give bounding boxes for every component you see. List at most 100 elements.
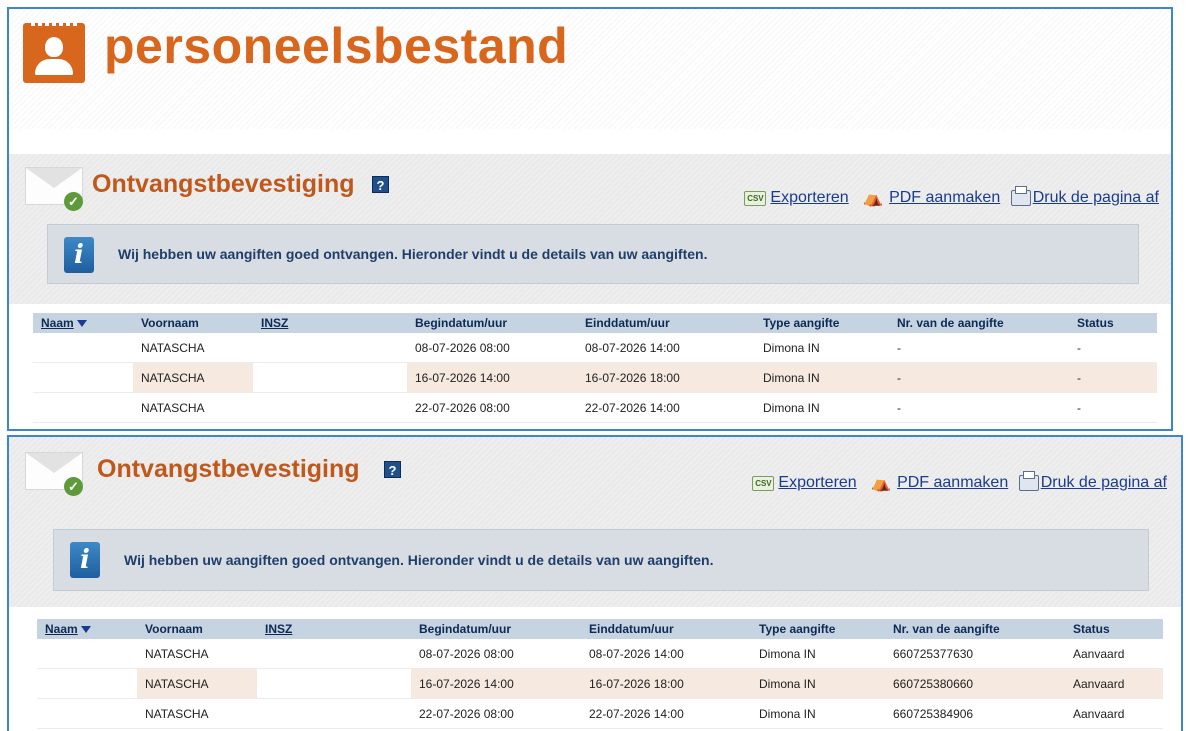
column-insz[interactable]: INSZ <box>257 619 411 639</box>
print-link[interactable]: Druk de pagina af <box>1033 189 1159 206</box>
sort-desc-icon[interactable] <box>80 626 91 634</box>
cell-voornaam: NATASCHA <box>137 668 257 699</box>
cell-status: Aanvaard <box>1065 668 1163 699</box>
cell-status: - <box>1069 362 1157 393</box>
info-message: i Wij hebben uw aangiften goed ontvangen… <box>53 529 1149 591</box>
printer-icon[interactable] <box>1010 186 1031 206</box>
export-icon[interactable]: CSV <box>744 190 767 206</box>
cell-einde: 16-07-2026 18:00 <box>577 362 755 393</box>
brand-header: personeelsbestand <box>9 9 1171 129</box>
info-text: Wij hebben uw aangiften goed ontvangen. … <box>118 246 708 262</box>
column-nr: Nr. van de aangifte <box>885 619 1065 639</box>
cell-naam <box>37 668 137 699</box>
cell-type: Dimona IN <box>755 362 889 393</box>
column-type: Type aangifte <box>755 313 889 333</box>
export-icon[interactable]: CSV <box>752 475 775 491</box>
help-icon[interactable]: ? <box>384 461 401 478</box>
section-header: ✓ Ontvangstbevestiging ? CSV Exporteren ⛺… <box>9 437 1181 607</box>
info-icon: i <box>70 542 100 578</box>
declarations-table: Naam Voornaam INSZ Begindatum/uur Eindda… <box>37 619 1163 729</box>
column-begindatum: Begindatum/uur <box>411 619 581 639</box>
help-icon[interactable]: ? <box>372 176 389 193</box>
brand-title: personeelsbestand <box>104 18 569 74</box>
table-row: NATASCHA 08-07-2026 08:00 08-07-2026 14:… <box>37 639 1163 669</box>
check-icon: ✓ <box>64 192 83 211</box>
cell-begin: 08-07-2026 08:00 <box>411 639 581 669</box>
cell-begin: 16-07-2026 14:00 <box>407 362 577 393</box>
info-icon: i <box>64 237 94 273</box>
cell-type: Dimona IN <box>755 392 889 423</box>
table-row: NATASCHA 22-07-2026 08:00 22-07-2026 14:… <box>33 392 1157 423</box>
cell-nr: 660725377630 <box>885 639 1065 669</box>
table-row: NATASCHA 22-07-2026 08:00 22-07-2026 14:… <box>37 698 1163 729</box>
cell-insz <box>253 392 407 423</box>
cell-status: Aanvaard <box>1065 698 1163 729</box>
cell-type: Dimona IN <box>751 698 885 729</box>
cell-insz <box>257 668 411 699</box>
cell-voornaam: NATASCHA <box>137 639 257 669</box>
cell-begin: 08-07-2026 08:00 <box>407 333 577 363</box>
cell-insz <box>253 333 407 363</box>
action-bar: CSV Exporteren ⛺ PDF aanmaken Druk de pagi… <box>744 186 1159 208</box>
info-message: i Wij hebben uw aangiften goed ontvangen… <box>47 224 1139 284</box>
column-begindatum: Begindatum/uur <box>407 313 577 333</box>
cell-begin: 16-07-2026 14:00 <box>411 668 581 699</box>
cell-voornaam: NATASCHA <box>133 362 253 393</box>
cell-begin: 22-07-2026 08:00 <box>407 392 577 423</box>
print-link[interactable]: Druk de pagina af <box>1041 474 1167 491</box>
column-einddatum: Einddatum/uur <box>581 619 751 639</box>
column-naam[interactable]: Naam <box>37 619 137 639</box>
column-voornaam: Voornaam <box>137 619 257 639</box>
cell-naam <box>33 392 133 423</box>
cell-nr: 660725384906 <box>885 698 1065 729</box>
column-insz[interactable]: INSZ <box>253 313 407 333</box>
cell-naam <box>33 333 133 363</box>
cell-type: Dimona IN <box>751 668 885 699</box>
pdf-icon[interactable]: ⛺ <box>863 188 883 208</box>
column-naam[interactable]: Naam <box>33 313 133 333</box>
pdf-icon[interactable]: ⛺ <box>871 473 891 493</box>
column-einddatum: Einddatum/uur <box>577 313 755 333</box>
cell-voornaam: NATASCHA <box>133 333 253 363</box>
cell-naam <box>33 362 133 393</box>
cell-nr: - <box>889 362 1069 393</box>
column-type: Type aangifte <box>751 619 885 639</box>
pdf-link[interactable]: PDF aanmaken <box>897 474 1008 491</box>
cell-status: - <box>1069 333 1157 363</box>
cell-type: Dimona IN <box>755 333 889 363</box>
table-row: NATASCHA 16-07-2026 14:00 16-07-2026 18:… <box>33 362 1157 393</box>
cell-status: - <box>1069 392 1157 423</box>
pdf-link[interactable]: PDF aanmaken <box>889 189 1000 206</box>
column-status: Status <box>1065 619 1163 639</box>
cell-einde: 08-07-2026 14:00 <box>577 333 755 363</box>
section-title: Ontvangstbevestiging <box>97 455 360 483</box>
cell-einde: 16-07-2026 18:00 <box>581 668 751 699</box>
section-header: ✓ Ontvangstbevestiging ? CSV Exporteren ⛺… <box>9 154 1171 304</box>
column-status: Status <box>1069 313 1157 333</box>
confirmation-panel-before: personeelsbestand ✓ Ontvangstbevestiging… <box>7 7 1173 431</box>
table-header-row: Naam Voornaam INSZ Begindatum/uur Eindda… <box>37 619 1163 639</box>
cell-einde: 22-07-2026 14:00 <box>577 392 755 423</box>
table-header-row: Naam Voornaam INSZ Begindatum/uur Eindda… <box>33 313 1157 333</box>
table-row: NATASCHA 16-07-2026 14:00 16-07-2026 18:… <box>37 668 1163 699</box>
action-bar: CSV Exporteren ⛺ PDF aanmaken Druk de pagi… <box>752 471 1167 493</box>
sort-desc-icon[interactable] <box>76 320 87 328</box>
export-link[interactable]: Exporteren <box>778 474 856 491</box>
cell-einde: 08-07-2026 14:00 <box>581 639 751 669</box>
column-nr: Nr. van de aangifte <box>889 313 1069 333</box>
column-voornaam: Voornaam <box>133 313 253 333</box>
printer-icon[interactable] <box>1018 471 1039 491</box>
section-title: Ontvangstbevestiging <box>92 170 355 198</box>
confirmation-panel-after: ✓ Ontvangstbevestiging ? CSV Exporteren ⛺… <box>7 435 1183 731</box>
cell-type: Dimona IN <box>751 639 885 669</box>
cell-voornaam: NATASCHA <box>137 698 257 729</box>
cell-nr: - <box>889 333 1069 363</box>
cell-begin: 22-07-2026 08:00 <box>411 698 581 729</box>
export-link[interactable]: Exporteren <box>770 189 848 206</box>
cell-nr: - <box>889 392 1069 423</box>
cell-insz <box>257 639 411 669</box>
declarations-table: Naam Voornaam INSZ Begindatum/uur Eindda… <box>33 313 1157 423</box>
personnel-file-logo-icon <box>23 18 85 83</box>
cell-naam <box>37 698 137 729</box>
cell-naam <box>37 639 137 669</box>
